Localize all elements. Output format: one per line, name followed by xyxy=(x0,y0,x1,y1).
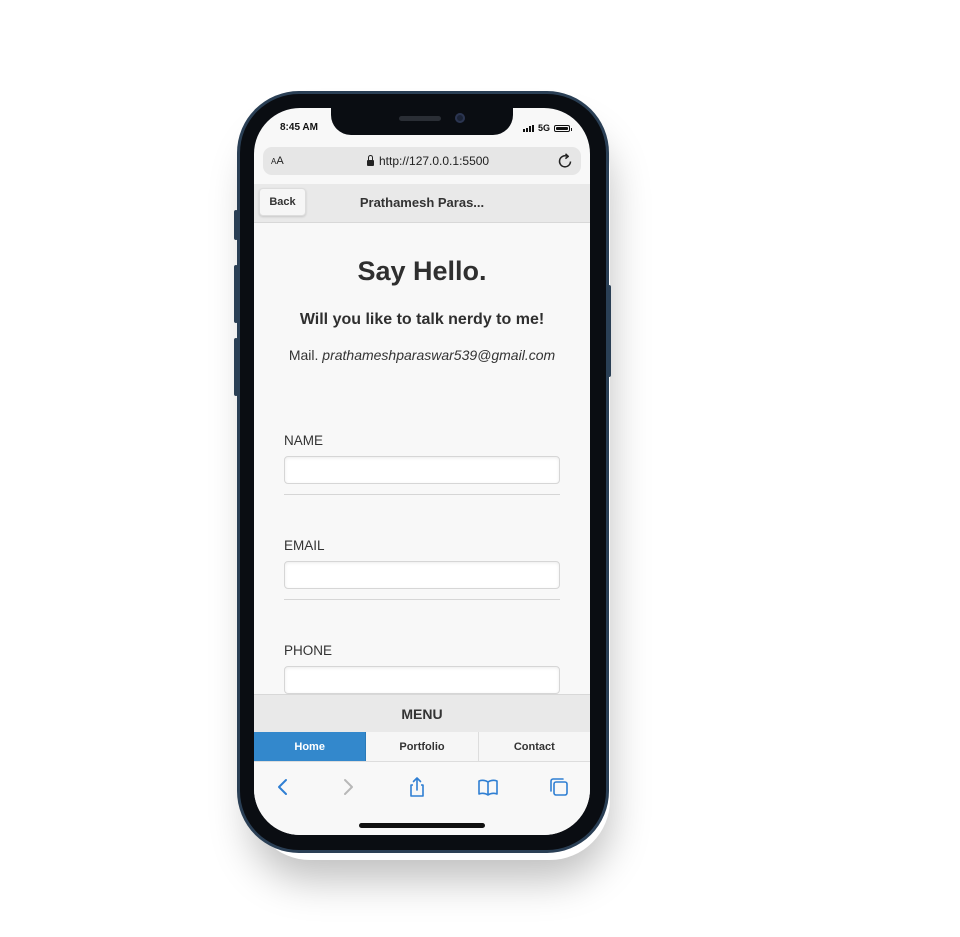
heading: Say Hello. xyxy=(357,256,487,286)
volume-up-button xyxy=(234,265,238,323)
url-text: http://127.0.0.1:5500 xyxy=(379,154,490,168)
status-indicators: 5G xyxy=(522,123,572,133)
front-camera xyxy=(455,113,465,123)
email-label: EMAIL xyxy=(284,538,325,553)
tabs-icon[interactable] xyxy=(548,776,570,798)
contact-content: Say Hello. Will you like to talk nerdy t… xyxy=(254,223,590,694)
reload-icon[interactable] xyxy=(556,152,574,170)
network-type: 5G xyxy=(537,123,550,133)
forward-arrow-icon[interactable] xyxy=(337,776,359,798)
name-label: NAME xyxy=(284,433,324,448)
phone-field[interactable] xyxy=(284,666,560,694)
divider xyxy=(284,599,560,600)
phone-group: PHONE xyxy=(284,643,560,694)
email-group: EMAIL xyxy=(284,538,560,600)
page-title: Prathamesh Paras... xyxy=(359,195,485,210)
url-field[interactable]: http://127.0.0.1:5500 xyxy=(367,154,489,168)
name-field[interactable] xyxy=(284,456,560,484)
home-indicator[interactable] xyxy=(359,823,485,828)
tab-contact[interactable]: Contact xyxy=(478,732,590,761)
notch xyxy=(331,108,513,135)
divider xyxy=(284,494,560,495)
back-arrow-icon[interactable] xyxy=(272,776,294,798)
subheading: Will you like to talk nerdy to me! xyxy=(299,311,545,328)
battery-icon xyxy=(554,124,572,132)
mail-address[interactable]: prathameshparaswar539@gmail.com xyxy=(322,347,555,363)
mail-label: Mail. xyxy=(288,347,319,363)
mute-switch xyxy=(234,210,238,240)
phone-label: PHONE xyxy=(284,643,333,658)
tab-home[interactable]: Home xyxy=(254,732,367,761)
name-group: NAME xyxy=(284,433,560,495)
status-time: 8:45 AM xyxy=(280,122,318,133)
bookmarks-icon[interactable] xyxy=(477,776,499,798)
address-bar[interactable]: AA http://127.0.0.1:5500 xyxy=(263,147,581,175)
speaker-grille xyxy=(399,116,441,121)
lock-icon xyxy=(367,154,374,166)
tab-portfolio[interactable]: Portfolio xyxy=(366,732,479,761)
menu-header: MENU xyxy=(254,694,590,732)
text-size-button[interactable]: AA xyxy=(271,155,284,167)
share-icon[interactable] xyxy=(406,776,428,798)
phone-screen: 8:45 AM 5G AA http://127.0.0.1:5500 Back… xyxy=(254,108,590,835)
menu-tabs: Home Portfolio Contact xyxy=(254,732,590,762)
volume-down-button xyxy=(234,338,238,396)
back-button[interactable]: Back xyxy=(259,188,306,216)
signal-icon xyxy=(522,124,534,132)
email-field[interactable] xyxy=(284,561,560,589)
power-button xyxy=(607,285,611,377)
mail-line: Mail. prathameshparaswar539@gmail.com xyxy=(254,347,590,363)
page-header: Back Prathamesh Paras... xyxy=(254,184,590,223)
